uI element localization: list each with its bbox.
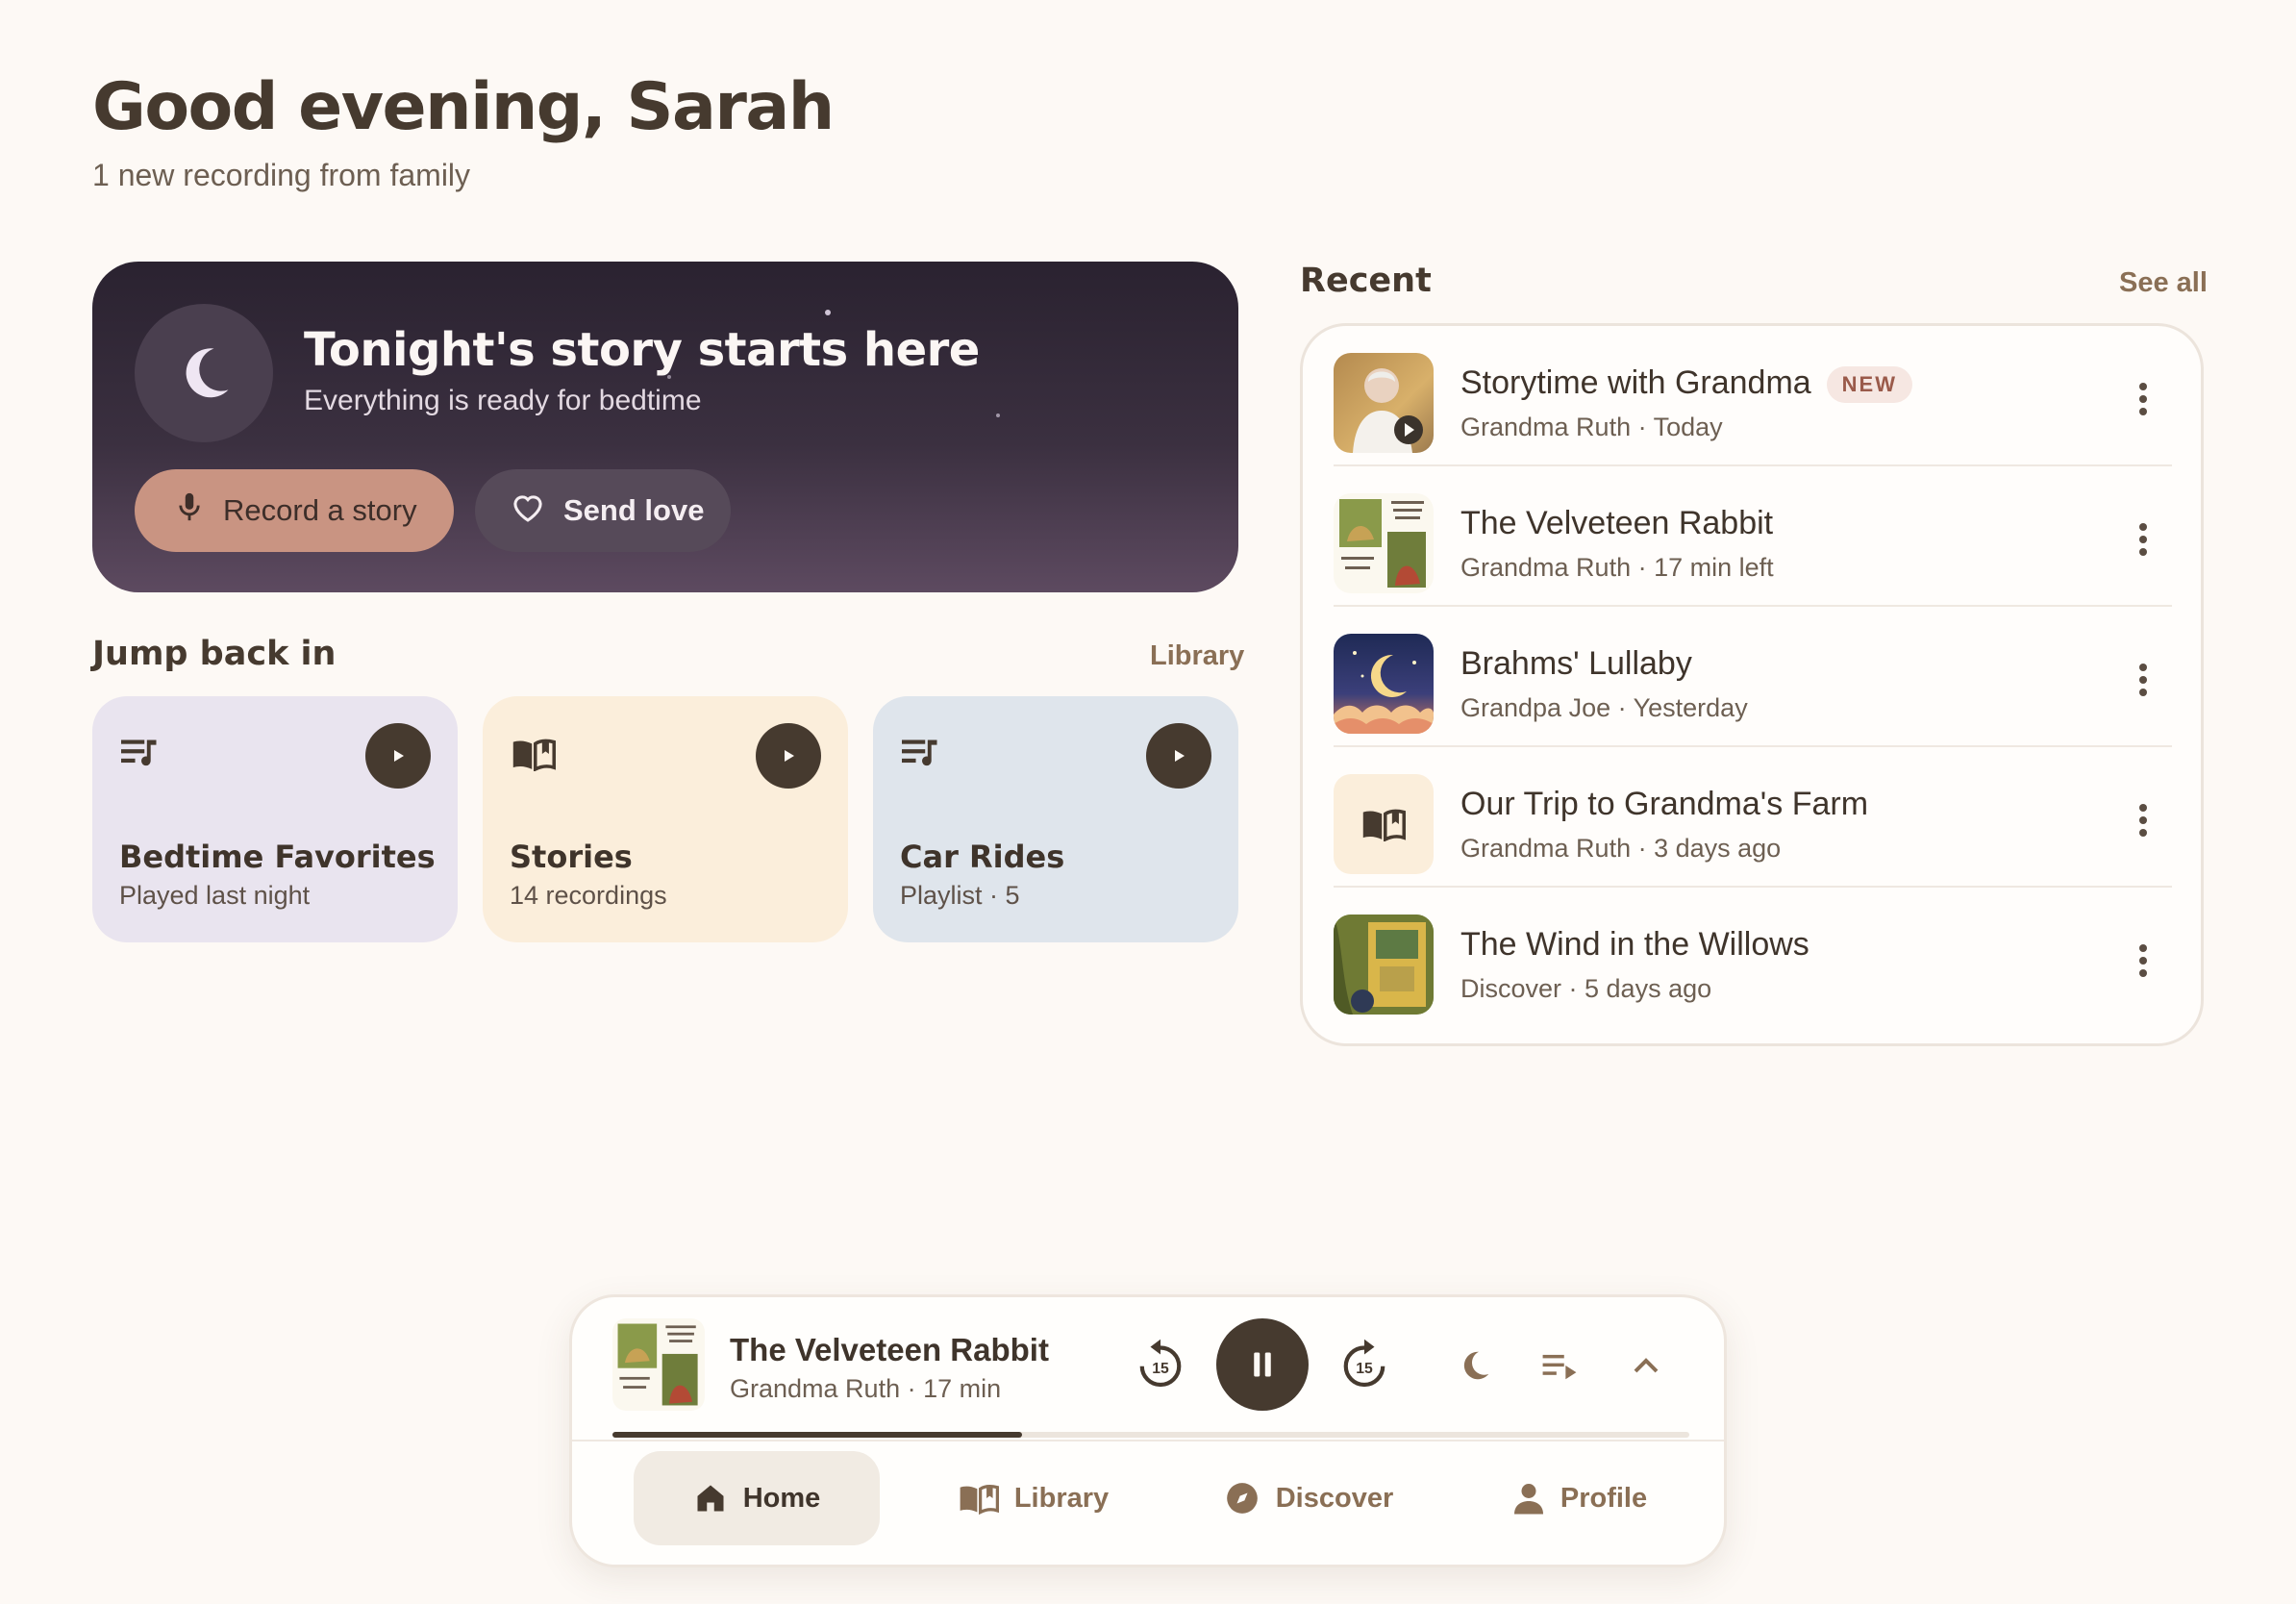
hero-subtitle: Everything is ready for bedtime bbox=[304, 385, 702, 416]
recent-item-wind-in-the-willows[interactable]: The Wind in the Willows Discover · 5 day… bbox=[1334, 888, 2172, 1028]
recent-item-title: Storytime with Grandma NEW bbox=[1460, 364, 1912, 404]
nav-label-library: Library bbox=[1013, 1482, 1110, 1514]
recent-list: Storytime with Grandma NEW Grandma Ruth ·… bbox=[1300, 323, 2204, 1046]
skip-back-15-icon[interactable]: 15 bbox=[1130, 1334, 1191, 1395]
library-link[interactable]: Library bbox=[1150, 640, 1244, 672]
play-button[interactable] bbox=[1146, 723, 1211, 789]
lullaby-artwork-thumbnail bbox=[1334, 634, 1434, 734]
library-icon bbox=[960, 1485, 999, 1515]
pause-icon bbox=[1254, 1352, 1271, 1377]
home-icon bbox=[697, 1485, 724, 1512]
nav-label-home: Home bbox=[742, 1482, 821, 1514]
new-badge: NEW bbox=[1826, 366, 1912, 404]
skip-forward-15-icon[interactable]: 15 bbox=[1334, 1334, 1395, 1395]
recent-item-subtitle: Grandma Ruth · Today bbox=[1460, 413, 1723, 441]
sleep-timer-icon[interactable] bbox=[1449, 1340, 1501, 1391]
recent-item-brahms-lullaby[interactable]: Brahms' Lullaby Grandpa Joe · Yesterday bbox=[1334, 607, 2172, 747]
recent-item-velveteen-rabbit[interactable]: The Velveteen Rabbit Grandma Ruth · 17 m… bbox=[1334, 466, 2172, 607]
card-title: Stories bbox=[510, 839, 633, 875]
recent-heading: Recent bbox=[1300, 262, 1432, 300]
skip-forward-seconds: 15 bbox=[1356, 1361, 1373, 1377]
nav-label-profile: Profile bbox=[1560, 1482, 1648, 1514]
send-love-label: Send love bbox=[563, 493, 705, 527]
divider bbox=[572, 1440, 1724, 1441]
playback-progress-bar[interactable] bbox=[612, 1432, 1689, 1438]
moon-icon bbox=[135, 304, 273, 442]
book-icon bbox=[512, 737, 556, 776]
nav-label-discover: Discover bbox=[1275, 1482, 1394, 1514]
jump-card-stories[interactable]: Stories 14 recordings bbox=[483, 696, 848, 942]
now-playing-title: The Velveteen Rabbit bbox=[730, 1332, 1049, 1367]
nav-tab-library[interactable]: Library bbox=[918, 1451, 1149, 1545]
jump-card-car-rides[interactable]: Car Rides Playlist · 5 bbox=[873, 696, 1238, 942]
recent-item-subtitle: Grandma Ruth · 17 min left bbox=[1460, 553, 1774, 582]
more-options-icon[interactable] bbox=[2124, 376, 2162, 422]
playlist-icon bbox=[121, 737, 162, 776]
play-button[interactable] bbox=[365, 723, 431, 789]
send-love-button[interactable]: Send love bbox=[475, 469, 731, 552]
video-thumbnail bbox=[1334, 353, 1434, 453]
pause-button[interactable] bbox=[1216, 1318, 1309, 1411]
playback-progress-fill bbox=[612, 1432, 1022, 1438]
recent-item-title: The Wind in the Willows bbox=[1460, 926, 1809, 963]
book-icon bbox=[1334, 774, 1434, 874]
recent-item-title: Brahms' Lullaby bbox=[1460, 645, 1692, 682]
more-options-icon[interactable] bbox=[2124, 938, 2162, 984]
record-story-button[interactable]: Record a story bbox=[135, 469, 454, 552]
recent-item-title: Our Trip to Grandma's Farm bbox=[1460, 786, 1869, 822]
greeting-title: Good evening, Sarah bbox=[92, 69, 835, 145]
skip-back-seconds: 15 bbox=[1152, 1361, 1169, 1377]
bedtime-hero-card: Tonight's story starts here Everything i… bbox=[92, 262, 1238, 592]
book-cover-thumbnail bbox=[1334, 493, 1434, 593]
recent-item-subtitle: Discover · 5 days ago bbox=[1460, 974, 1712, 1003]
card-subtitle: Played last night bbox=[119, 881, 311, 910]
nav-tab-discover[interactable]: Discover bbox=[1184, 1451, 1434, 1545]
star-decoration bbox=[996, 414, 1000, 417]
heart-icon bbox=[510, 490, 546, 531]
recent-item-storytime-with-grandma[interactable]: Storytime with Grandma NEW Grandma Ruth ·… bbox=[1334, 326, 2172, 466]
compass-icon bbox=[1226, 1483, 1258, 1514]
microphone-icon bbox=[173, 489, 206, 533]
recent-item-trip-to-grandmas-farm[interactable]: Our Trip to Grandma's Farm Grandma Ruth … bbox=[1334, 747, 2172, 888]
more-options-icon[interactable] bbox=[2124, 797, 2162, 843]
record-story-label: Record a story bbox=[223, 493, 417, 527]
card-subtitle: Playlist · 5 bbox=[900, 881, 1020, 910]
person-icon bbox=[1513, 1484, 1543, 1515]
more-options-icon[interactable] bbox=[2124, 657, 2162, 703]
more-options-icon[interactable] bbox=[2124, 516, 2162, 563]
playlist-icon bbox=[902, 737, 942, 776]
book-cover-thumbnail bbox=[1334, 915, 1434, 1015]
recent-item-subtitle: Grandpa Joe · Yesterday bbox=[1460, 693, 1748, 722]
now-playing-cover[interactable] bbox=[612, 1318, 705, 1411]
card-title: Car Rides bbox=[900, 839, 1065, 875]
nav-tab-home[interactable]: Home bbox=[634, 1451, 880, 1545]
jump-card-bedtime-favorites[interactable]: Bedtime Favorites Played last night bbox=[92, 696, 458, 942]
mini-player: The Velveteen Rabbit Grandma Ruth · 17 m… bbox=[569, 1294, 1727, 1567]
card-subtitle: 14 recordings bbox=[510, 881, 667, 910]
see-all-link[interactable]: See all bbox=[2119, 267, 2208, 299]
card-title: Bedtime Favorites bbox=[119, 839, 436, 875]
nav-tab-profile[interactable]: Profile bbox=[1464, 1451, 1695, 1545]
chevron-up-icon[interactable] bbox=[1620, 1340, 1672, 1391]
now-playing-subtitle: Grandma Ruth · 17 min bbox=[730, 1374, 1002, 1403]
greeting-subtitle: 1 new recording from family bbox=[92, 158, 471, 192]
queue-icon[interactable] bbox=[1534, 1340, 1585, 1391]
jump-back-in-heading: Jump back in bbox=[92, 635, 337, 673]
recent-item-subtitle: Grandma Ruth · 3 days ago bbox=[1460, 834, 1782, 863]
play-button[interactable] bbox=[756, 723, 821, 789]
recent-item-title: The Velveteen Rabbit bbox=[1460, 505, 1774, 541]
hero-title: Tonight's story starts here bbox=[304, 323, 980, 377]
star-decoration bbox=[825, 310, 831, 315]
